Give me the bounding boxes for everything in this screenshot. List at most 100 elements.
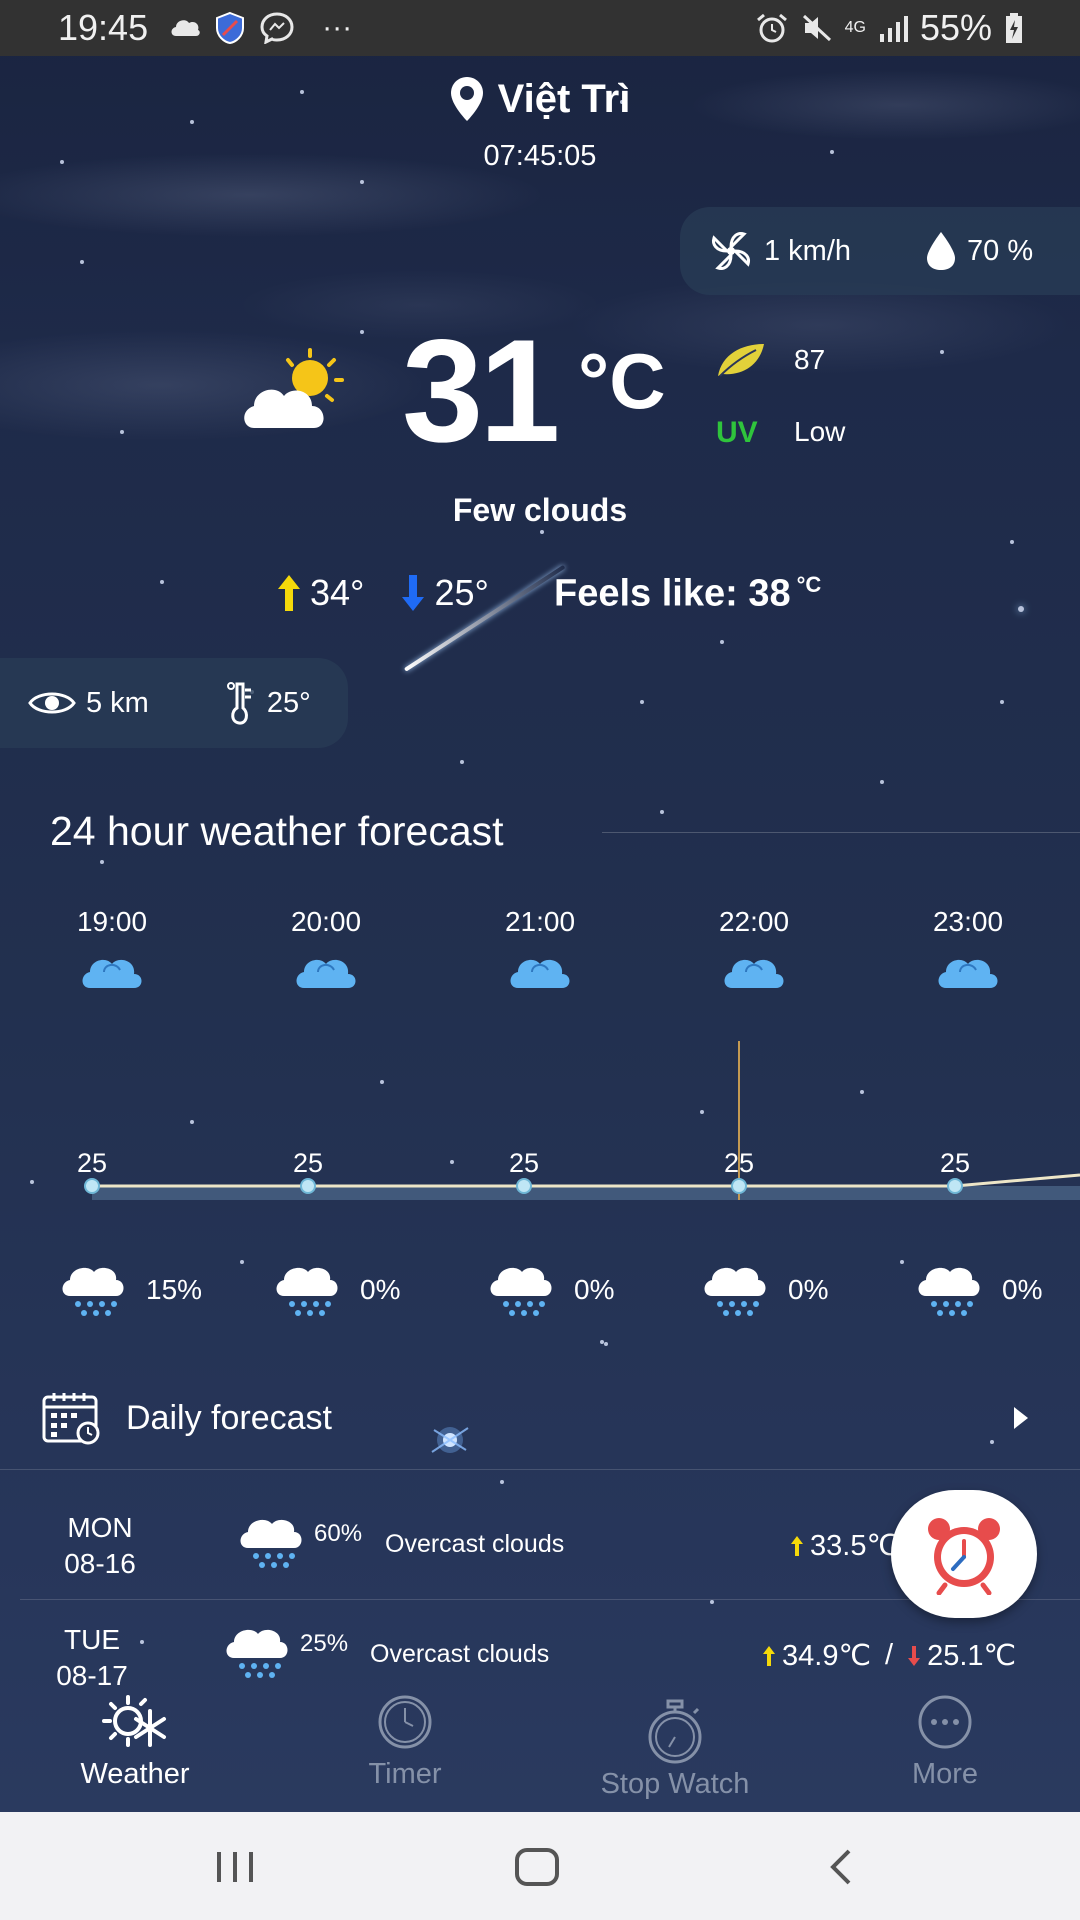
feels-like-text: Feels like: 38 <box>554 572 791 615</box>
day-description: Overcast clouds <box>385 1530 565 1558</box>
rain-cloud-icon <box>62 1267 124 1316</box>
status-time: 19:45 <box>58 7 149 48</box>
title-divider <box>602 832 1080 833</box>
hour-temp-label: 25 <box>292 1148 324 1178</box>
wind-humidity-pill: 1 km/h 70 % <box>680 207 1080 295</box>
signal-icon <box>879 16 908 42</box>
timer-icon <box>378 1695 432 1749</box>
rain-chance-item: 15% <box>60 1262 202 1318</box>
range-separator: / <box>885 1639 894 1671</box>
bottom-tab-bar: Weather Timer Stop Watch More <box>0 1690 1080 1812</box>
alarm-clock-icon <box>928 1518 1000 1595</box>
network-type: 4G <box>844 19 866 36</box>
hour-temp-label: 25 <box>76 1148 108 1178</box>
hour-label: 20:00 <box>290 906 362 937</box>
cloud-icon <box>938 959 998 988</box>
rain-chance-value: 0% <box>788 1274 829 1305</box>
air-quality-value: 87 <box>794 344 826 375</box>
city-name: Việt Trì <box>497 76 631 121</box>
cloud-icon <box>724 959 784 988</box>
uv-value: Low <box>794 416 846 447</box>
cloud-icon <box>510 959 570 988</box>
high-temp: 34° <box>310 572 365 613</box>
battery-percent: 55% <box>919 7 992 48</box>
current-temperature: 31 <box>402 309 560 472</box>
hour-column: 23:00 <box>908 906 1028 992</box>
mute-icon <box>802 14 831 42</box>
location-pin-icon <box>450 77 483 121</box>
arrow-down-icon <box>402 575 425 611</box>
hour-temp-label: 25 <box>723 1148 755 1178</box>
wind-item: 1 km/h <box>708 228 851 274</box>
tab-timer[interactable]: Timer <box>305 1690 505 1791</box>
tab-weather-label: Weather <box>80 1758 190 1790</box>
feels-like: Feels like: 38 °C <box>554 572 821 616</box>
chevron-right-icon <box>1014 1407 1028 1429</box>
arrow-up-icon <box>763 1645 775 1666</box>
rain-chance-value: 0% <box>1002 1274 1043 1305</box>
tab-more[interactable]: More <box>845 1690 1045 1791</box>
hourly-temp-graph <box>84 1041 1080 1200</box>
back-chevron-icon <box>830 1849 851 1885</box>
hour-label: 22:00 <box>718 906 790 937</box>
tab-stopwatch[interactable]: Stop Watch <box>575 1699 775 1801</box>
rain-chance-value: 0% <box>360 1274 401 1305</box>
humidity-item: 70 % <box>925 230 1033 272</box>
rain-cloud-icon <box>918 1267 980 1316</box>
cloud-status-icon <box>171 20 200 36</box>
rain-chance-item: 0% <box>488 1262 614 1318</box>
system-nav-bar <box>0 1812 1080 1920</box>
home-icon <box>515 1848 559 1886</box>
arrow-up-icon <box>791 1535 803 1556</box>
alarm-fab-button[interactable] <box>891 1490 1037 1618</box>
rain-chance-item: 0% <box>702 1262 828 1318</box>
more-dots-icon <box>918 1695 972 1749</box>
day-name: TUE <box>64 1624 120 1655</box>
hour-label: 19:00 <box>76 906 148 937</box>
rain-cloud-icon <box>276 1267 338 1316</box>
stopwatch-icon <box>648 1699 702 1764</box>
cloud-icon <box>296 959 356 988</box>
location-header[interactable]: Việt Trì <box>0 76 1080 122</box>
uv-label: UV <box>716 416 758 449</box>
daily-forecast-header[interactable]: Daily forecast <box>42 1388 1042 1448</box>
weather-app: Việt Trì 07:45:05 1 km/h 70 % 31 °C 87 U… <box>0 0 1080 1812</box>
visibility-value: 5 km <box>86 686 149 719</box>
humidity-drop-icon <box>927 232 956 270</box>
wind-fan-icon <box>712 232 750 270</box>
temperature-unit: °C <box>578 337 666 425</box>
weather-sun-snow-icon <box>102 1695 166 1747</box>
day-description: Overcast clouds <box>370 1640 550 1668</box>
hour-label: 23:00 <box>932 906 1004 937</box>
hour-column: 19:00 <box>52 906 172 992</box>
local-time: 07:45:05 <box>483 140 597 172</box>
day-high: 34.9℃ <box>782 1640 872 1672</box>
feels-like-unit: °C <box>796 572 822 597</box>
humidity-value: 70 % <box>967 234 1034 267</box>
home-button[interactable] <box>497 1842 577 1892</box>
hour-column: 21:00 <box>480 906 600 992</box>
recents-button[interactable] <box>195 1842 275 1892</box>
rain-cloud-icon <box>704 1267 766 1316</box>
back-button[interactable] <box>800 1842 880 1892</box>
dew-point-value: 25° <box>266 686 311 719</box>
tab-stopwatch-label: Stop Watch <box>600 1768 750 1800</box>
day-date-value: 08-17 <box>56 1660 128 1691</box>
rain-chance: 25% <box>300 1630 349 1657</box>
rain-cloud-icon <box>226 1629 288 1678</box>
tab-weather[interactable]: Weather <box>35 1690 235 1791</box>
rain-chance: 60% <box>314 1520 363 1547</box>
recents-icon <box>217 1852 253 1882</box>
more-notifications: ··· <box>322 11 353 44</box>
battery-charging-icon <box>1006 13 1022 43</box>
thermometer-icon <box>226 682 251 725</box>
calendar-icon <box>42 1393 100 1445</box>
rain-cloud-icon <box>490 1267 552 1316</box>
weather-condition: Few clouds <box>452 492 628 528</box>
hour-temp-label: 25 <box>508 1148 540 1178</box>
visibility-dew-pill: 5 km 25° <box>0 658 348 748</box>
day-temp-range: 34.9℃ / 25.1℃ <box>762 1638 1016 1673</box>
visibility-item: 5 km <box>28 687 149 720</box>
rain-chance-value: 0% <box>574 1274 615 1305</box>
leaf-icon <box>718 344 764 377</box>
